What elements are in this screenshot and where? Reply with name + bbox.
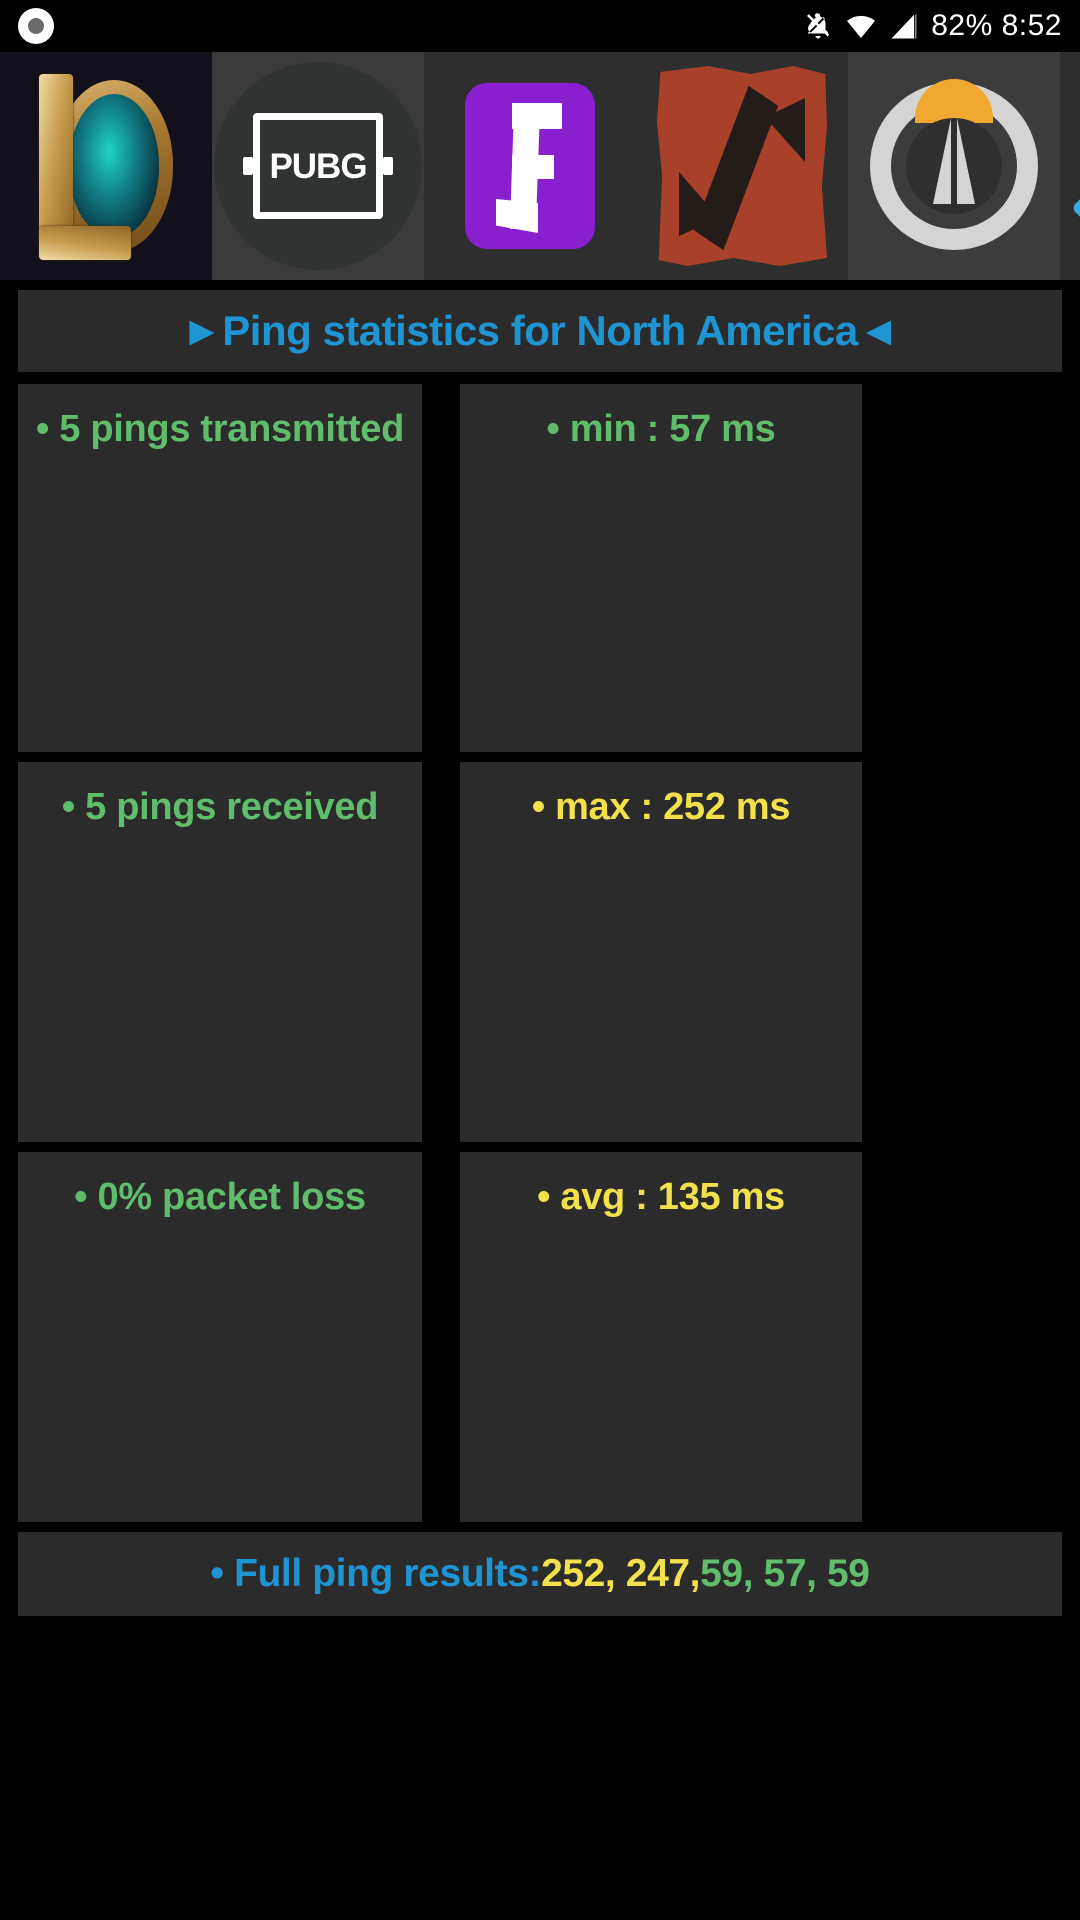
ping-results-panel: ►Ping statistics for North America◄ • 5 … bbox=[0, 280, 1080, 1616]
league-of-legends-icon bbox=[21, 66, 191, 266]
full-ping-results-low-values: 59, 57, 59 bbox=[700, 1552, 870, 1595]
page-title-text: ►Ping statistics for North America◄ bbox=[181, 307, 899, 354]
fortnite-icon bbox=[465, 83, 595, 249]
stat-min: • min : 57 ms bbox=[460, 384, 862, 752]
dota-2-icon bbox=[657, 66, 827, 266]
stat-packet-loss: • 0% packet loss bbox=[18, 1152, 422, 1522]
wifi-icon bbox=[845, 10, 877, 42]
game-tile-next-partial[interactable] bbox=[1060, 52, 1080, 280]
stat-avg: • avg : 135 ms bbox=[460, 1152, 862, 1522]
stats-row-3: • 0% packet loss • avg : 135 ms bbox=[18, 1152, 1062, 1522]
game-tile-fortnite[interactable] bbox=[424, 52, 636, 280]
stats-row-1: • 5 pings transmitted • min : 57 ms bbox=[18, 384, 1062, 752]
stat-max-text: • max : 252 ms bbox=[531, 786, 791, 828]
status-bar-right: 82% 8:52 bbox=[803, 9, 1080, 43]
stats-row-2: • 5 pings received • max : 252 ms bbox=[18, 762, 1062, 1142]
game-tile-pubg[interactable]: PUBG bbox=[212, 52, 424, 280]
status-bar-left bbox=[0, 8, 54, 44]
pubg-wordmark: PUBG bbox=[269, 146, 367, 186]
stat-pings-transmitted: • 5 pings transmitted bbox=[18, 384, 422, 752]
record-dot-inner bbox=[28, 18, 44, 34]
cellular-signal-icon bbox=[889, 11, 919, 41]
stat-pings-received-text: • 5 pings received bbox=[61, 786, 379, 828]
status-bar: 82% 8:52 bbox=[0, 0, 1080, 52]
next-game-diamond-icon bbox=[1071, 171, 1080, 245]
stat-pings-received: • 5 pings received bbox=[18, 762, 422, 1142]
game-icon-strip[interactable]: PUBG bbox=[0, 52, 1080, 280]
full-ping-results-label: • Full ping results: bbox=[210, 1552, 542, 1595]
full-ping-results-high-values: 252, 247, bbox=[541, 1552, 701, 1595]
stat-pings-transmitted-text: • 5 pings transmitted bbox=[35, 408, 405, 450]
stat-avg-text: • avg : 135 ms bbox=[537, 1176, 785, 1218]
page-title: ►Ping statistics for North America◄ bbox=[18, 290, 1062, 372]
battery-and-clock: 82% 8:52 bbox=[931, 9, 1062, 42]
game-tile-league-of-legends[interactable] bbox=[0, 52, 212, 280]
stat-packet-loss-text: • 0% packet loss bbox=[74, 1176, 366, 1218]
record-dot-icon bbox=[18, 8, 54, 44]
full-ping-results: • Full ping results: 252, 247, 59, 57, 5… bbox=[18, 1532, 1062, 1616]
bell-off-icon bbox=[803, 9, 833, 43]
stat-min-text: • min : 57 ms bbox=[546, 408, 776, 450]
game-tile-overwatch[interactable] bbox=[848, 52, 1060, 280]
pubg-icon: PUBG bbox=[214, 62, 422, 270]
stat-max: • max : 252 ms bbox=[460, 762, 862, 1142]
game-tile-dota-2[interactable] bbox=[636, 52, 848, 280]
overwatch-icon bbox=[870, 79, 1038, 250]
